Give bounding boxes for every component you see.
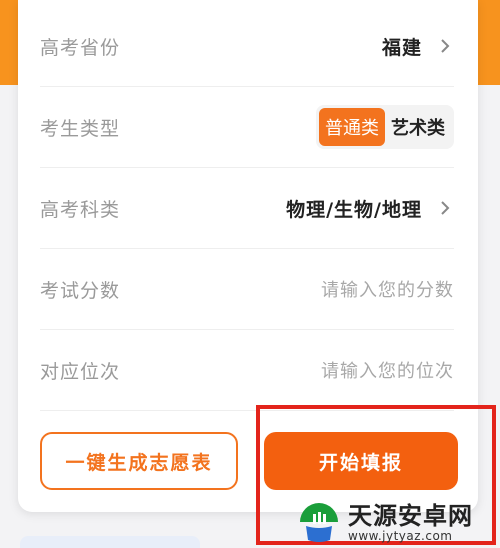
watermark-title: 天源安卓网 — [348, 502, 473, 530]
subjects-value: 物理/生物/地理 — [286, 198, 422, 221]
type-option-regular[interactable]: 普通类 — [319, 108, 385, 146]
chevron-right-icon — [441, 39, 450, 53]
rank-label: 对应位次 — [40, 360, 121, 383]
next-card-edge — [20, 536, 200, 548]
watermark-text: 天源安卓网 www.jytyaz.com — [348, 503, 473, 543]
score-label: 考试分数 — [40, 279, 121, 302]
province-row[interactable]: 高考省份 福建 — [40, 6, 454, 87]
android-logo-icon — [300, 503, 338, 542]
province-selector[interactable]: 福建 — [382, 33, 454, 60]
rank-input[interactable]: 请输入您的位次 — [321, 357, 454, 383]
generate-plan-button[interactable]: 一键生成志愿表 — [40, 432, 238, 490]
subjects-row[interactable]: 高考科类 物理/生物/地理 — [40, 168, 454, 249]
watermark-url: www.jytyaz.com — [348, 529, 453, 543]
province-label: 高考省份 — [40, 36, 121, 59]
chevron-right-icon — [441, 201, 450, 215]
subjects-selector[interactable]: 物理/生物/地理 — [286, 195, 454, 222]
watermark: 天源安卓网 www.jytyaz.com — [296, 498, 500, 548]
subjects-label: 高考科类 — [40, 198, 121, 221]
province-value: 福建 — [381, 36, 422, 59]
form-card: 高考省份 福建 考生类型 普通类 艺术类 高考科类 物理/生物/地理 考试分数 … — [18, 0, 478, 512]
score-input[interactable]: 请输入您的分数 — [321, 276, 454, 302]
type-option-art[interactable]: 艺术类 — [385, 108, 451, 146]
start-filling-button[interactable]: 开始填报 — [264, 432, 458, 490]
score-row: 考试分数 请输入您的分数 — [40, 249, 454, 330]
student-type-label: 考生类型 — [40, 117, 121, 140]
student-type-row: 考生类型 普通类 艺术类 — [40, 87, 454, 168]
rank-row: 对应位次 请输入您的位次 — [40, 330, 454, 411]
student-type-toggle: 普通类 艺术类 — [316, 105, 454, 149]
